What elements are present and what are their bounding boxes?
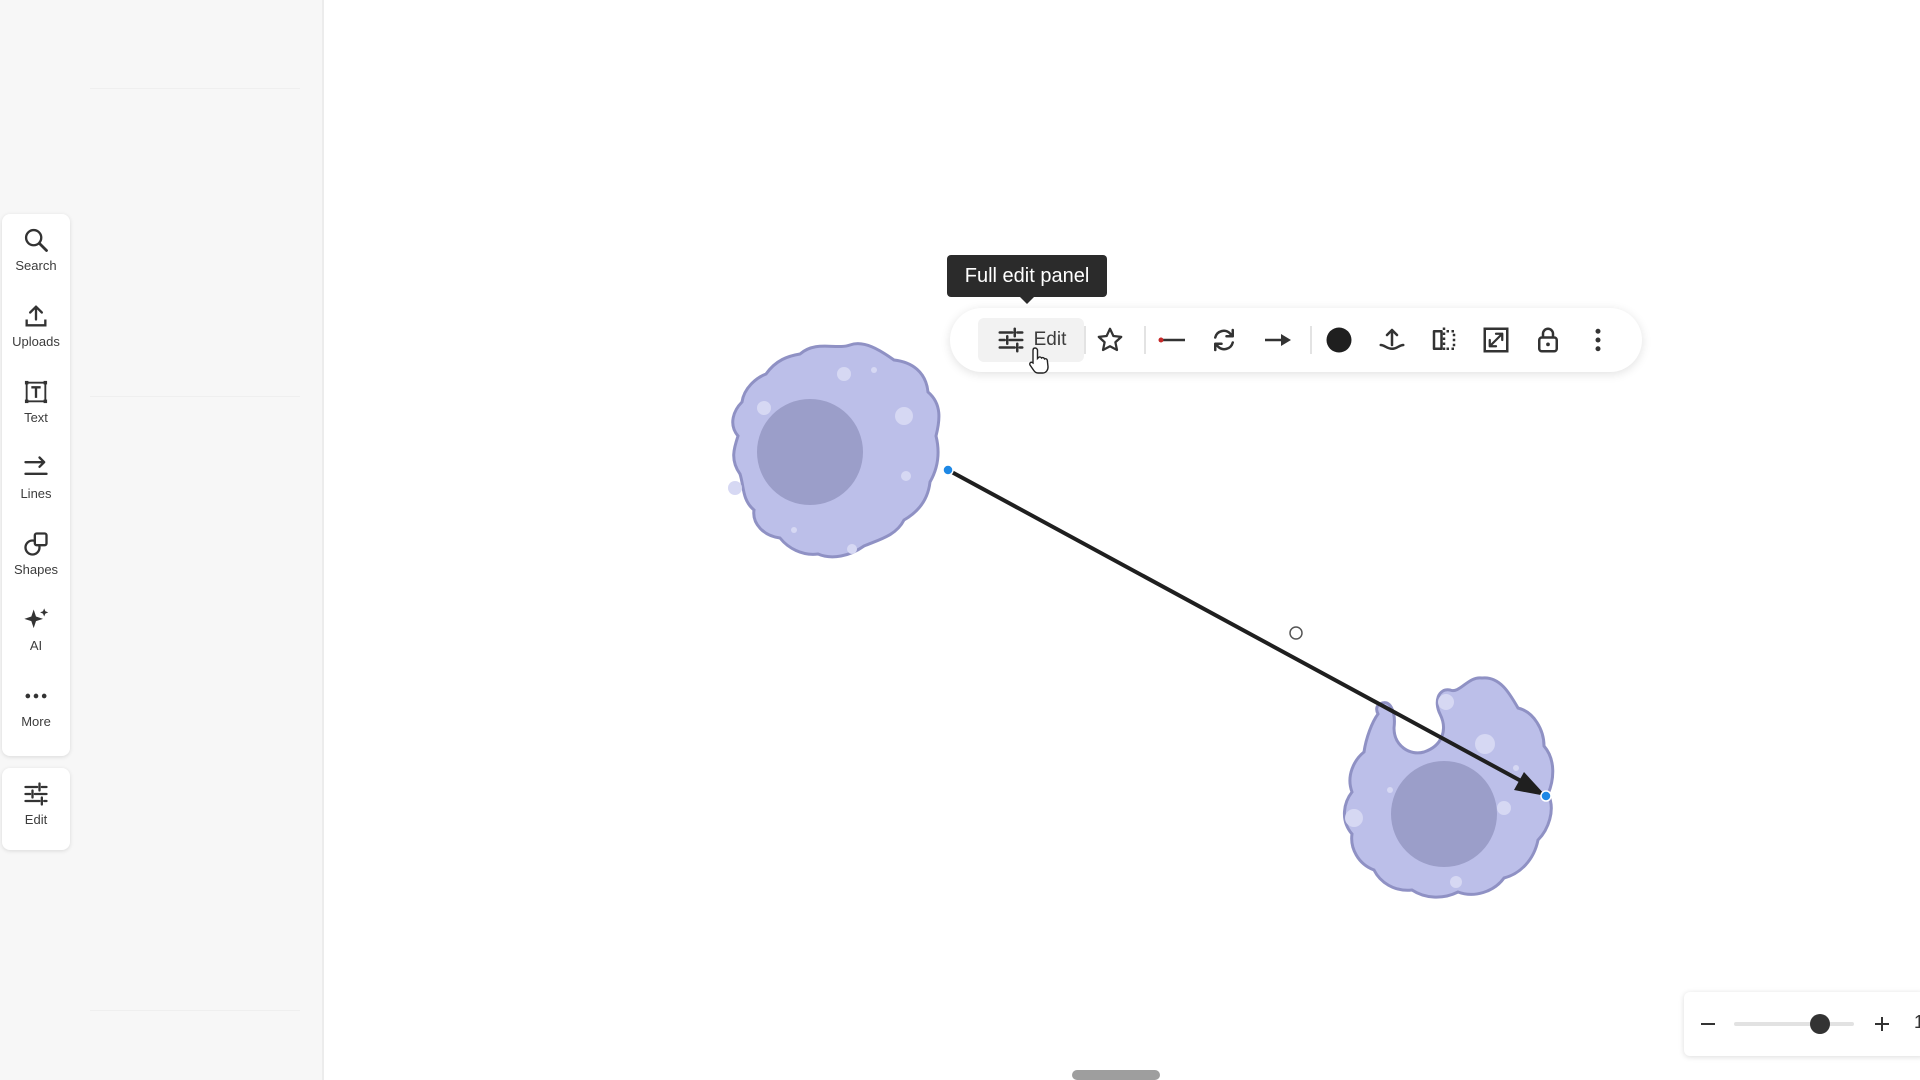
sidebar-item-more[interactable]: More [2,670,70,742]
resize-button[interactable] [1472,318,1520,362]
sidebar-item-shapes[interactable]: Shapes [2,518,70,590]
upload-icon [25,305,47,327]
cell-granule [847,544,857,554]
line-end-handle[interactable] [1540,790,1552,802]
sidebar-item-search[interactable]: Search [2,214,70,286]
cell-granule [1345,809,1363,827]
sidebar-item-edit[interactable]: Edit [2,768,70,840]
more-horizontal-icon [25,693,47,699]
arrow-end-icon [1265,334,1291,346]
more-vertical-icon [1595,328,1601,352]
edit-panel-toggle: Edit [2,768,70,850]
cell-granule [757,401,771,415]
resize-icon [1483,327,1509,353]
zoom-value: 1 [1914,1012,1920,1032]
sidebar-item-label: Edit [24,812,48,827]
connect-button[interactable] [1368,318,1416,362]
sidebar-item-label: AI [29,638,43,653]
sidebar-item-label: More [21,714,51,729]
line-midpoint-handle[interactable] [1289,626,1303,640]
cell-granule [1475,734,1495,754]
floating-toolbar: Edit [950,308,1642,372]
cell-granule [1497,801,1511,815]
cell-granule [728,481,742,495]
line-start-handle[interactable] [942,464,954,476]
divider [90,88,300,89]
swap-direction-icon [1214,328,1234,352]
divider [1310,326,1312,354]
favorite-button[interactable] [1088,318,1132,362]
color-swatch-icon [1326,327,1352,353]
sliders-icon [998,327,1024,353]
sidebar-item-label: Search [15,258,57,273]
sidebar-item-label: Shapes [13,562,59,577]
shapes-icon [24,532,48,556]
zoom-control: 1 [1684,992,1920,1056]
cell-granule [837,367,851,381]
sidebar-item-label: Lines [20,486,52,501]
cell-granule [1513,765,1519,771]
plus-icon [1875,1017,1889,1031]
connect-icon [1379,328,1405,351]
cell-granule [1450,876,1462,888]
lock-icon [1538,327,1558,353]
text-icon [24,380,48,404]
divider [90,1010,300,1011]
swap-direction-button[interactable] [1200,318,1248,362]
star-icon [1097,327,1123,352]
divider [1084,326,1086,354]
search-icon [24,228,48,252]
cell-granule [1438,694,1454,710]
tooltip-arrow [1019,296,1035,304]
hand-cursor-icon [1029,347,1049,374]
canvas-drawing [728,342,1829,930]
cell-granule [791,527,797,533]
line-start-style-icon [1158,337,1185,343]
sidebar-item-ai[interactable]: AI [2,594,70,666]
tooltip: Full edit panel [947,255,1107,297]
cell-granule [871,367,877,373]
sidebar-item-lines[interactable]: Lines [2,442,70,514]
horizontal-scrollbar[interactable] [1072,1070,1160,1080]
zoom-out-button[interactable] [1690,1006,1726,1042]
sidebar-item-text[interactable]: Text [2,366,70,438]
left-toolbar: Search Uploads Text Lines Shapes AI More [2,214,70,756]
cell-granule [895,407,913,425]
lines-icon [24,456,48,475]
macrophage-right[interactable] [1570,679,1810,930]
sidebar-item-uploads[interactable]: Uploads [2,290,70,362]
line-end-button[interactable] [1252,318,1304,362]
sidebar-item-label: Text [24,410,48,425]
lock-button[interactable] [1524,318,1572,362]
cell-granule [1387,787,1393,793]
flip-icon [1432,327,1456,353]
canvas[interactable] [324,0,1920,1080]
zoom-slider-thumb[interactable] [1810,1014,1830,1034]
line-color-button[interactable] [1314,318,1364,362]
minus-icon [1701,1023,1715,1025]
sliders-icon [24,782,48,806]
divider [90,396,300,397]
cell-shape-right-body[interactable] [1626,666,1829,878]
cell-nucleus [1391,761,1497,867]
more-button[interactable] [1576,318,1620,362]
connector-line[interactable] [947,468,1535,790]
sparkle-icon [24,608,49,629]
zoom-slider-track[interactable] [1734,1022,1854,1026]
flip-button[interactable] [1420,318,1468,362]
cell-granule [901,471,911,481]
line-start-button[interactable] [1146,318,1198,362]
sidebar-item-label: Uploads [12,334,60,349]
cell-nucleus [757,399,863,505]
zoom-in-button[interactable] [1864,1006,1900,1042]
